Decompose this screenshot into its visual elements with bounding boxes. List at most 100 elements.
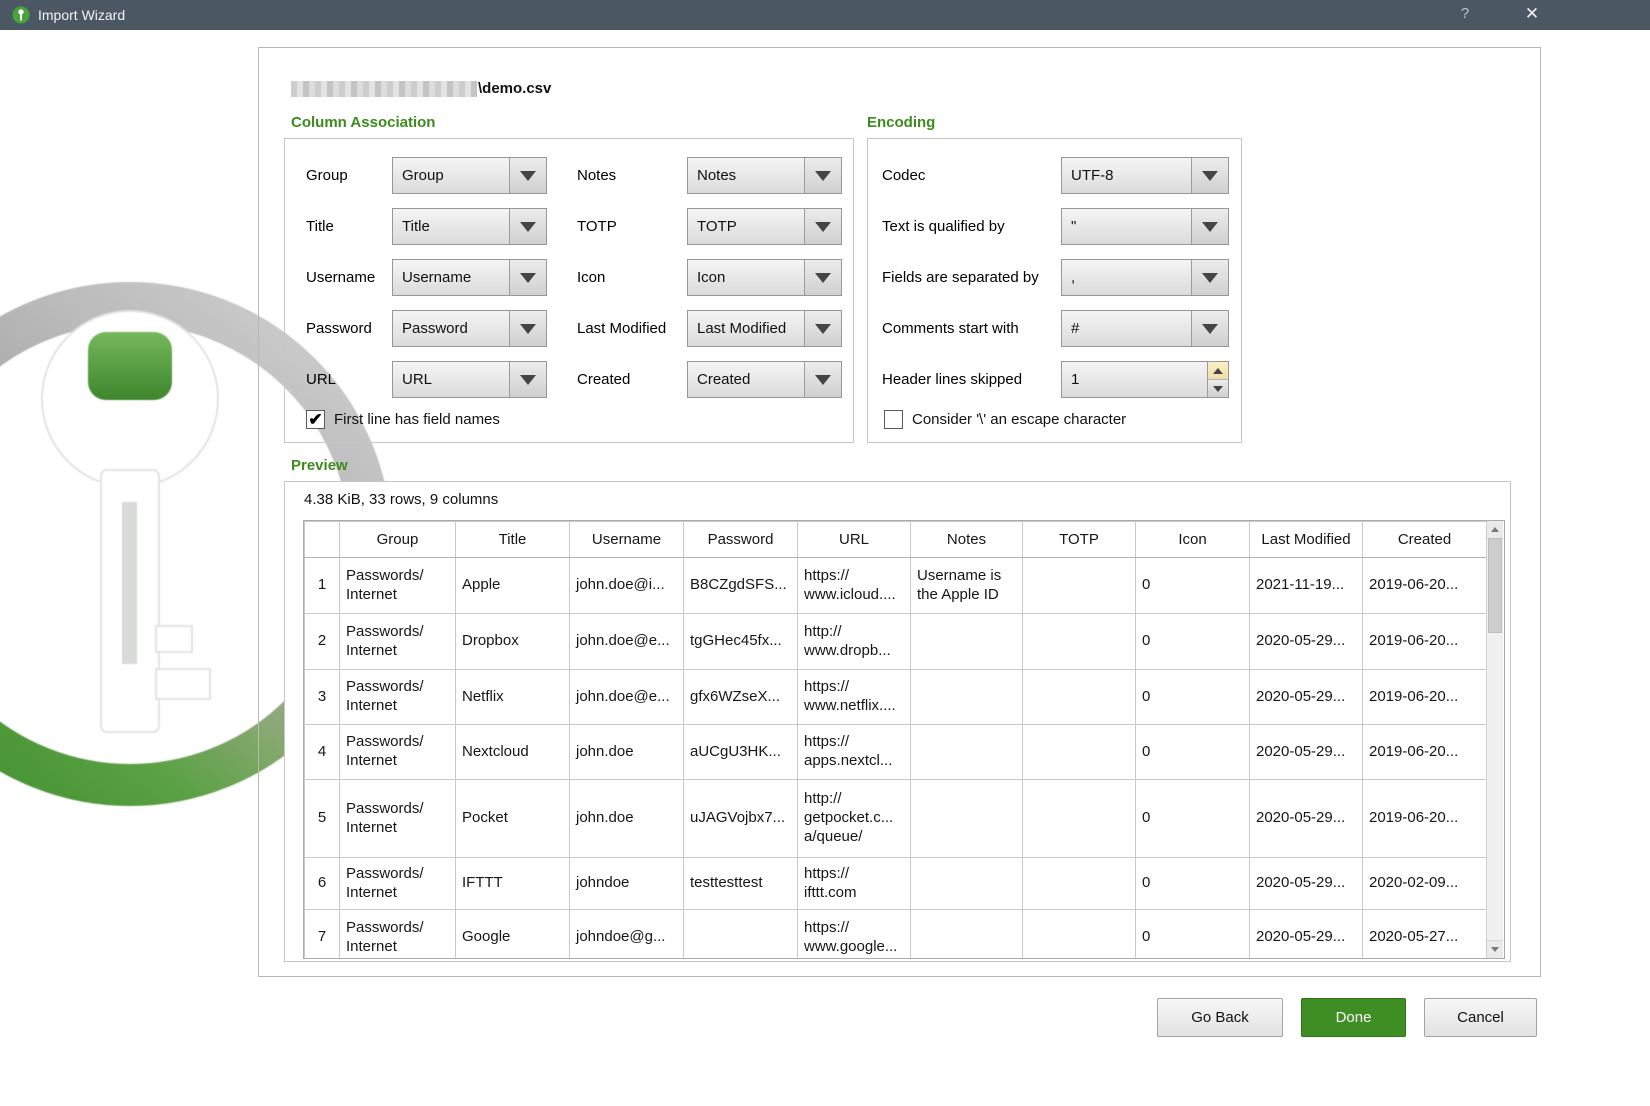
- cell-group[interactable]: Passwords/ Internet: [339, 909, 456, 958]
- dropdown-last-modified[interactable]: Last Modified: [687, 310, 842, 347]
- first-line-checkbox[interactable]: ✔: [306, 410, 325, 429]
- cell-title[interactable]: IFTTT: [455, 857, 570, 910]
- cell-created[interactable]: 2019-06-20...: [1362, 613, 1486, 670]
- cell-password[interactable]: uJAGVojbx7...: [683, 779, 798, 858]
- cell-username[interactable]: johndoe: [569, 857, 684, 910]
- cell-title[interactable]: Pocket: [455, 779, 570, 858]
- row-index-cell[interactable]: 2: [304, 613, 340, 670]
- cell-notes[interactable]: [910, 857, 1023, 910]
- dropdown-title[interactable]: Title: [392, 208, 547, 245]
- scrollbar-up-button[interactable]: [1487, 521, 1503, 539]
- col-header-notes[interactable]: Notes: [910, 521, 1023, 558]
- cell-last-modified[interactable]: 2020-05-29...: [1249, 613, 1363, 670]
- col-header-title[interactable]: Title: [455, 521, 570, 558]
- cell-password[interactable]: tgGHec45fx...: [683, 613, 798, 670]
- cell-totp[interactable]: [1022, 557, 1136, 614]
- dropdown-icon[interactable]: Icon: [687, 259, 842, 296]
- col-header-password[interactable]: Password: [683, 521, 798, 558]
- cell-created[interactable]: 2019-06-20...: [1362, 779, 1486, 858]
- cell-created[interactable]: 2020-05-27...: [1362, 909, 1486, 958]
- cell-username[interactable]: johndoe@g...: [569, 909, 684, 958]
- cell-title[interactable]: Apple: [455, 557, 570, 614]
- scrollbar-down-button[interactable]: [1487, 940, 1503, 958]
- cell-notes[interactable]: [910, 724, 1023, 780]
- go-back-button[interactable]: Go Back: [1157, 998, 1283, 1037]
- cell-last-modified[interactable]: 2020-05-29...: [1249, 724, 1363, 780]
- row-index-cell[interactable]: 3: [304, 669, 340, 725]
- cell-password[interactable]: aUCgU3HK...: [683, 724, 798, 780]
- cell-password[interactable]: B8CZgdSFS...: [683, 557, 798, 614]
- row-index-cell[interactable]: 6: [304, 857, 340, 910]
- cell-group[interactable]: Passwords/ Internet: [339, 669, 456, 725]
- cell-created[interactable]: 2019-06-20...: [1362, 669, 1486, 725]
- col-header-last-modified[interactable]: Last Modified: [1249, 521, 1363, 558]
- cell-username[interactable]: john.doe@i...: [569, 557, 684, 614]
- row-index-cell[interactable]: 4: [304, 724, 340, 780]
- vertical-scrollbar[interactable]: [1486, 521, 1503, 958]
- cell-username[interactable]: john.doe@e...: [569, 669, 684, 725]
- cell-notes[interactable]: [910, 909, 1023, 958]
- titlebar[interactable]: Import Wizard ? ✕: [0, 0, 1650, 30]
- cell-totp[interactable]: [1022, 613, 1136, 670]
- cell-title[interactable]: Google: [455, 909, 570, 958]
- dropdown-text-is-qualified-by[interactable]: ": [1061, 208, 1229, 245]
- spin-down-button[interactable]: [1208, 380, 1228, 397]
- cell-created[interactable]: 2019-06-20...: [1362, 724, 1486, 780]
- cell-icon[interactable]: 0: [1135, 669, 1250, 725]
- cell-notes[interactable]: Username is the Apple ID: [910, 557, 1023, 614]
- header-lines-spinbox[interactable]: 1: [1061, 361, 1229, 398]
- col-header-username[interactable]: Username: [569, 521, 684, 558]
- col-header-index[interactable]: [304, 521, 340, 558]
- cell-group[interactable]: Passwords/ Internet: [339, 557, 456, 614]
- cell-title[interactable]: Dropbox: [455, 613, 570, 670]
- help-icon[interactable]: ?: [1455, 5, 1475, 22]
- spin-up-button[interactable]: [1208, 362, 1228, 380]
- cell-username[interactable]: john.doe@e...: [569, 613, 684, 670]
- cell-notes[interactable]: [910, 613, 1023, 670]
- cell-url[interactable]: https:// ifttt.com: [797, 857, 911, 910]
- cell-icon[interactable]: 0: [1135, 613, 1250, 670]
- cell-password[interactable]: gfx6WZseX...: [683, 669, 798, 725]
- row-index-cell[interactable]: 5: [304, 779, 340, 858]
- cell-title[interactable]: Netflix: [455, 669, 570, 725]
- col-header-group[interactable]: Group: [339, 521, 456, 558]
- cell-notes[interactable]: [910, 669, 1023, 725]
- col-header-url[interactable]: URL: [797, 521, 911, 558]
- cancel-button[interactable]: Cancel: [1424, 998, 1537, 1037]
- cell-totp[interactable]: [1022, 669, 1136, 725]
- cell-last-modified[interactable]: 2020-05-29...: [1249, 779, 1363, 858]
- col-header-created[interactable]: Created: [1362, 521, 1486, 558]
- cell-url[interactable]: https:// www.netflix....: [797, 669, 911, 725]
- cell-icon[interactable]: 0: [1135, 857, 1250, 910]
- dropdown-codec[interactable]: UTF-8: [1061, 157, 1229, 194]
- cell-url[interactable]: http:// www.dropb...: [797, 613, 911, 670]
- cell-username[interactable]: john.doe: [569, 724, 684, 780]
- cell-totp[interactable]: [1022, 779, 1136, 858]
- escape-char-checkbox[interactable]: [884, 410, 903, 429]
- cell-url[interactable]: http:// getpocket.c... a/queue/: [797, 779, 911, 858]
- cell-group[interactable]: Passwords/ Internet: [339, 724, 456, 780]
- scrollbar-thumb[interactable]: [1488, 538, 1502, 633]
- cell-icon[interactable]: 0: [1135, 724, 1250, 780]
- dropdown-group[interactable]: Group: [392, 157, 547, 194]
- cell-last-modified[interactable]: 2020-05-29...: [1249, 669, 1363, 725]
- done-button[interactable]: Done: [1301, 998, 1406, 1037]
- cell-notes[interactable]: [910, 779, 1023, 858]
- close-icon[interactable]: ✕: [1520, 4, 1544, 24]
- dropdown-notes[interactable]: Notes: [687, 157, 842, 194]
- dropdown-password[interactable]: Password: [392, 310, 547, 347]
- dropdown-url[interactable]: URL: [392, 361, 547, 398]
- cell-username[interactable]: john.doe: [569, 779, 684, 858]
- dropdown-totp[interactable]: TOTP: [687, 208, 842, 245]
- cell-url[interactable]: https:// www.google...: [797, 909, 911, 958]
- dropdown-comments-start-with[interactable]: #: [1061, 310, 1229, 347]
- cell-group[interactable]: Passwords/ Internet: [339, 779, 456, 858]
- col-header-totp[interactable]: TOTP: [1022, 521, 1136, 558]
- cell-url[interactable]: https:// apps.nextcl...: [797, 724, 911, 780]
- cell-icon[interactable]: 0: [1135, 909, 1250, 958]
- cell-created[interactable]: 2020-02-09...: [1362, 857, 1486, 910]
- cell-last-modified[interactable]: 2021-11-19...: [1249, 557, 1363, 614]
- col-header-icon[interactable]: Icon: [1135, 521, 1250, 558]
- cell-totp[interactable]: [1022, 909, 1136, 958]
- dropdown-username[interactable]: Username: [392, 259, 547, 296]
